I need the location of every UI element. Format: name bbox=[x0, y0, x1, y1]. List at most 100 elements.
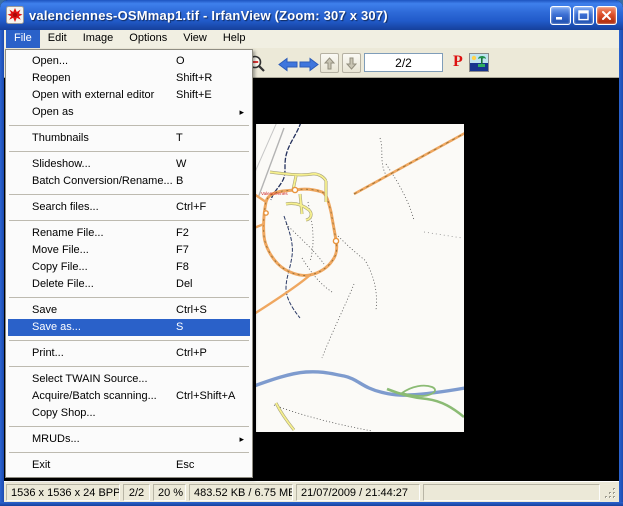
menu-item-reopen[interactable]: ReopenShift+R bbox=[8, 70, 250, 87]
menubar-item-help[interactable]: Help bbox=[215, 30, 254, 48]
page-number-field[interactable] bbox=[364, 53, 443, 72]
map-image: Valenciennes bbox=[256, 124, 464, 432]
map-graphic: Valenciennes bbox=[256, 124, 464, 432]
menu-item-move-file[interactable]: Move File... F7 bbox=[8, 242, 250, 259]
image-properties-icon[interactable] bbox=[469, 53, 489, 72]
menu-separator bbox=[9, 366, 249, 367]
window-title: valenciennes-OSMmap1.tif - IrfanView (Zo… bbox=[29, 8, 544, 23]
statusbar-cell-4: 21/07/2009 / 21:44:27 bbox=[296, 484, 420, 501]
menu-item-shortcut: Del bbox=[176, 276, 193, 293]
menu-item-save-as[interactable]: Save as... S bbox=[8, 319, 250, 336]
menu-item-label: Open as bbox=[32, 106, 74, 118]
menu-item-shortcut: F7 bbox=[176, 242, 189, 259]
menu-item-print[interactable]: Print... Ctrl+P bbox=[8, 345, 250, 362]
menu-item-label: Open with external editor bbox=[32, 89, 154, 101]
menu-item-label: Save as... bbox=[32, 321, 81, 333]
maximize-icon bbox=[578, 10, 589, 21]
menu-separator bbox=[9, 220, 249, 221]
menu-item-shortcut: Shift+R bbox=[176, 70, 212, 87]
irfanview-window: valenciennes-OSMmap1.tif - IrfanView (Zo… bbox=[0, 0, 623, 506]
menu-item-label: Select TWAIN Source... bbox=[32, 373, 148, 385]
menu-item-shortcut: Esc bbox=[176, 457, 194, 474]
file-menu: Open...OReopenShift+ROpen with external … bbox=[5, 49, 253, 478]
menubar-item-file[interactable]: File bbox=[6, 30, 40, 48]
menu-item-shortcut: Shift+E bbox=[176, 87, 212, 104]
menu-item-shortcut: Ctrl+P bbox=[176, 345, 207, 362]
irfanview-app-icon bbox=[6, 6, 24, 24]
menu-item-shortcut: S bbox=[176, 319, 183, 336]
menu-item-label: Rename File... bbox=[32, 227, 104, 239]
statusbar: 1536 x 1536 x 24 BPP2/220 %483.52 KB / 6… bbox=[4, 481, 619, 502]
down-arrow-icon bbox=[346, 57, 357, 70]
window-border-bottom bbox=[0, 502, 623, 506]
menu-item-shortcut: Ctrl+Shift+A bbox=[176, 388, 235, 405]
up-arrow-icon bbox=[324, 57, 335, 70]
titlebar: valenciennes-OSMmap1.tif - IrfanView (Zo… bbox=[0, 0, 623, 30]
close-button[interactable] bbox=[596, 6, 617, 25]
statusbar-cell-2: 20 % bbox=[153, 484, 186, 501]
maximize-button[interactable] bbox=[573, 6, 594, 25]
menu-item-shortcut: O bbox=[176, 53, 185, 70]
menu-item-delete-file[interactable]: Delete File... Del bbox=[8, 276, 250, 293]
map-town-label: Valenciennes bbox=[261, 191, 288, 196]
menu-item-search-files[interactable]: Search files...Ctrl+F bbox=[8, 199, 250, 216]
menu-item-slideshow[interactable]: Slideshow... W bbox=[8, 156, 250, 173]
menu-item-open[interactable]: Open... O bbox=[8, 53, 250, 70]
menu-item-rename-file[interactable]: Rename File... F2 bbox=[8, 225, 250, 242]
menu-item-open-with-external-editor[interactable]: Open with external editor Shift+E bbox=[8, 87, 250, 104]
menu-item-batch-conversion-rename[interactable]: Batch Conversion/Rename...B bbox=[8, 173, 250, 190]
submenu-arrow-icon: ▸ bbox=[239, 431, 244, 448]
menubar-item-options[interactable]: Options bbox=[121, 30, 175, 48]
menu-item-label: Batch Conversion/Rename... bbox=[32, 175, 173, 187]
menu-item-label: Copy File... bbox=[32, 261, 88, 273]
menu-item-label: Slideshow... bbox=[32, 158, 91, 170]
menu-item-label: Copy Shop... bbox=[32, 407, 96, 419]
menu-item-label: Acquire/Batch scanning... bbox=[32, 390, 157, 402]
menu-item-acquire-batch-scanning[interactable]: Acquire/Batch scanning... Ctrl+Shift+A bbox=[8, 388, 250, 405]
menu-item-label: MRUDs... bbox=[32, 433, 80, 445]
menu-separator bbox=[9, 151, 249, 152]
menu-item-label: Thumbnails bbox=[32, 132, 89, 144]
menu-item-label: Print... bbox=[32, 347, 64, 359]
menu-item-copy-shop[interactable]: Copy Shop... bbox=[8, 405, 250, 422]
menu-separator bbox=[9, 426, 249, 427]
statusbar-cell-0: 1536 x 1536 x 24 BPP bbox=[6, 484, 120, 501]
minimize-button[interactable] bbox=[550, 6, 571, 25]
minimize-icon bbox=[555, 10, 566, 21]
first-image-button[interactable] bbox=[320, 53, 339, 73]
menu-item-save[interactable]: Save Ctrl+S bbox=[8, 302, 250, 319]
menu-item-exit[interactable]: ExitEsc bbox=[8, 457, 250, 474]
window-controls bbox=[550, 6, 617, 25]
statusbar-cell-5 bbox=[423, 484, 600, 501]
menubar: FileEditImageOptionsViewHelp bbox=[4, 30, 619, 48]
menubar-item-image[interactable]: Image bbox=[75, 30, 122, 48]
p-toolbar-icon[interactable]: P bbox=[453, 53, 463, 71]
menubar-item-view[interactable]: View bbox=[175, 30, 215, 48]
menu-item-shortcut: F2 bbox=[176, 225, 189, 242]
menu-item-shortcut: B bbox=[176, 173, 183, 190]
menu-item-shortcut: F8 bbox=[176, 259, 189, 276]
menu-item-copy-file[interactable]: Copy File... F8 bbox=[8, 259, 250, 276]
menu-item-label: Delete File... bbox=[32, 278, 94, 290]
menu-item-thumbnails[interactable]: Thumbnails T bbox=[8, 130, 250, 147]
menu-item-label: Open... bbox=[32, 55, 68, 67]
last-image-button[interactable] bbox=[342, 53, 361, 73]
menu-item-shortcut: W bbox=[176, 156, 186, 173]
menu-item-label: Search files... bbox=[32, 201, 99, 213]
menu-item-label: Move File... bbox=[32, 244, 89, 256]
menu-item-open-as[interactable]: Open as▸ bbox=[8, 104, 250, 121]
statusbar-cells: 1536 x 1536 x 24 BPP2/220 %483.52 KB / 6… bbox=[6, 484, 600, 501]
next-image-icon[interactable] bbox=[299, 57, 319, 72]
menu-item-shortcut: T bbox=[176, 130, 183, 147]
previous-image-icon[interactable] bbox=[278, 57, 298, 72]
menu-separator bbox=[9, 452, 249, 453]
menu-item-select-twain-source[interactable]: Select TWAIN Source... bbox=[8, 371, 250, 388]
resize-grip[interactable] bbox=[603, 485, 617, 500]
menu-separator bbox=[9, 125, 249, 126]
menu-separator bbox=[9, 340, 249, 341]
menu-item-mruds[interactable]: MRUDs... ▸ bbox=[8, 431, 250, 448]
menu-item-label: Save bbox=[32, 304, 57, 316]
menubar-item-edit[interactable]: Edit bbox=[40, 30, 75, 48]
menu-separator bbox=[9, 194, 249, 195]
menu-item-shortcut: Ctrl+S bbox=[176, 302, 207, 319]
